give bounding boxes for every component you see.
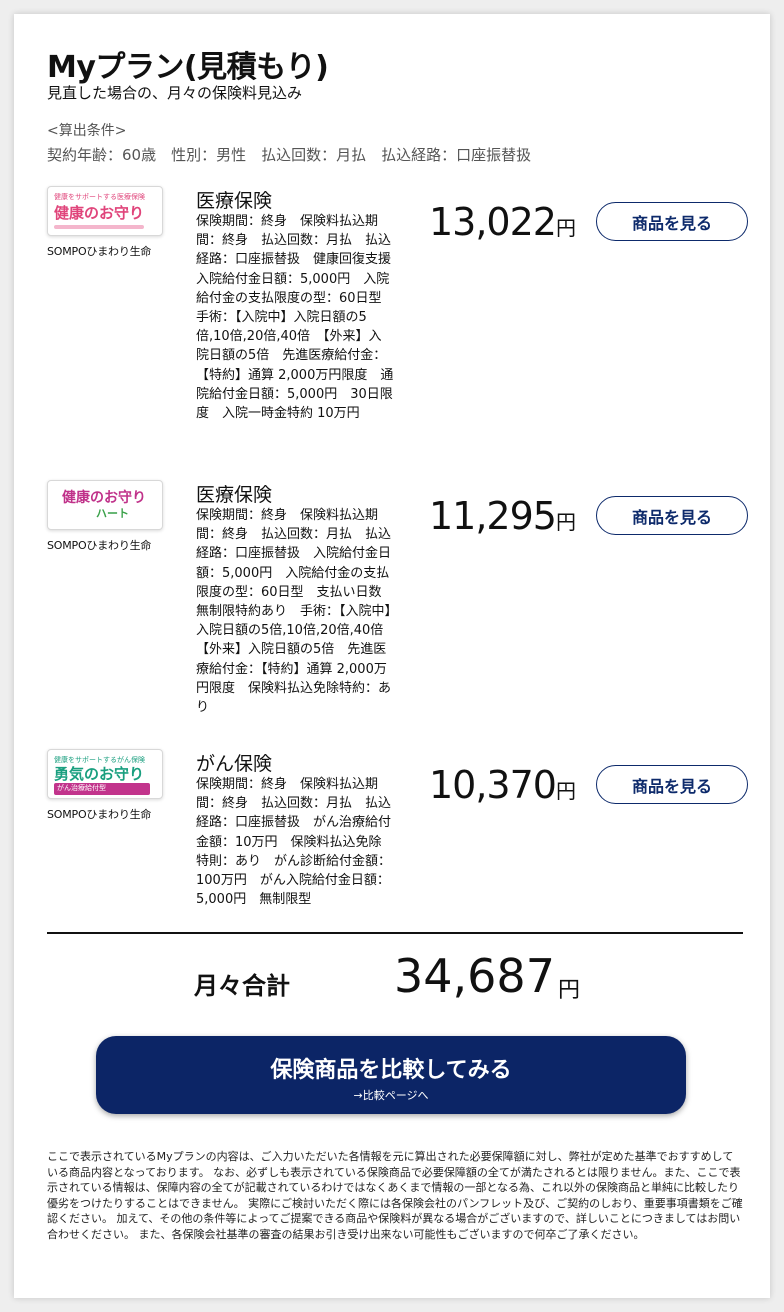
total-value: 34,687 [394,949,555,1003]
page-subtitle: 見直した場合の、月々の保険料見込み [47,84,303,102]
total-yen: 円 [558,978,581,1003]
compare-button-sublabel: →比較ページへ [353,1089,429,1102]
logo-product-name: 健康のお守り [54,204,145,222]
plan-price: 11,295円 [429,494,576,538]
price-value: 10,370 [429,763,557,807]
company-name: SOMPOひまわり生命 [47,808,152,821]
price-value: 11,295 [429,494,557,538]
page-title: Myプラン(見積もり) [47,50,329,85]
logo-tagline: ハート [96,507,129,520]
plan-description: 保険期間：終身 保険料払込期間：終身 払込回数：月払 払込経路：口座振替扱 健康… [196,214,405,422]
plan-name: 医療保険 [196,484,273,506]
plan-description: 保険期間：終身 保険料払込期間：終身 払込回数：月払 払込経路：口座振替扱 入院… [196,508,392,716]
logo-product-name: 勇気のお守り [54,765,145,783]
logo-badge: がん治療給付型 [54,783,150,795]
view-product-button[interactable]: 商品を見る [596,765,748,804]
plan-name: 医療保険 [196,190,273,212]
product-logo: 健康をサポートするがん保険 勇気のお守り がん治療給付型 [47,749,163,799]
logo-product-name: 健康のお守り [62,490,146,506]
total-divider [47,932,743,934]
total-label: 月々合計 [194,972,290,1000]
view-product-button[interactable]: 商品を見る [596,496,748,535]
price-yen: 円 [555,216,576,240]
logo-bar [54,225,144,229]
plan-price: 13,022円 [429,200,576,244]
conditions-heading: <算出条件> [47,123,127,139]
plan-name: がん保険 [196,753,273,775]
plan-description: 保険期間：終身 保険料払込期間：終身 払込回数：月払 払込経路：口座振替扱 がん… [196,777,392,908]
company-name: SOMPOひまわり生命 [47,245,152,258]
conditions-text: 契約年齢：60歳 性別：男性 払込回数：月払 払込経路：口座振替扱 [47,146,532,164]
price-yen: 円 [555,510,576,534]
view-product-button[interactable]: 商品を見る [596,202,748,241]
logo-tagline: 健康をサポートする医療保険 [54,193,145,201]
company-name: SOMPOひまわり生命 [47,539,152,552]
price-yen: 円 [555,779,576,803]
my-plan-card: Myプラン(見積もり) 見直した場合の、月々の保険料見込み <算出条件> 契約年… [14,14,770,1298]
disclaimer-text: ここで表示されているMyプランの内容は、ご入力いただいた各情報を元に算出された必… [47,1150,743,1241]
product-logo: 健康のお守り ハート [47,480,163,530]
product-logo: 健康をサポートする医療保険 健康のお守り [47,186,163,236]
compare-button-label: 保険商品を比較してみる [270,1058,512,1083]
compare-products-button[interactable]: 保険商品を比較してみる →比較ページへ [96,1036,686,1114]
plan-price: 10,370円 [429,763,576,807]
price-value: 13,022 [429,200,557,244]
